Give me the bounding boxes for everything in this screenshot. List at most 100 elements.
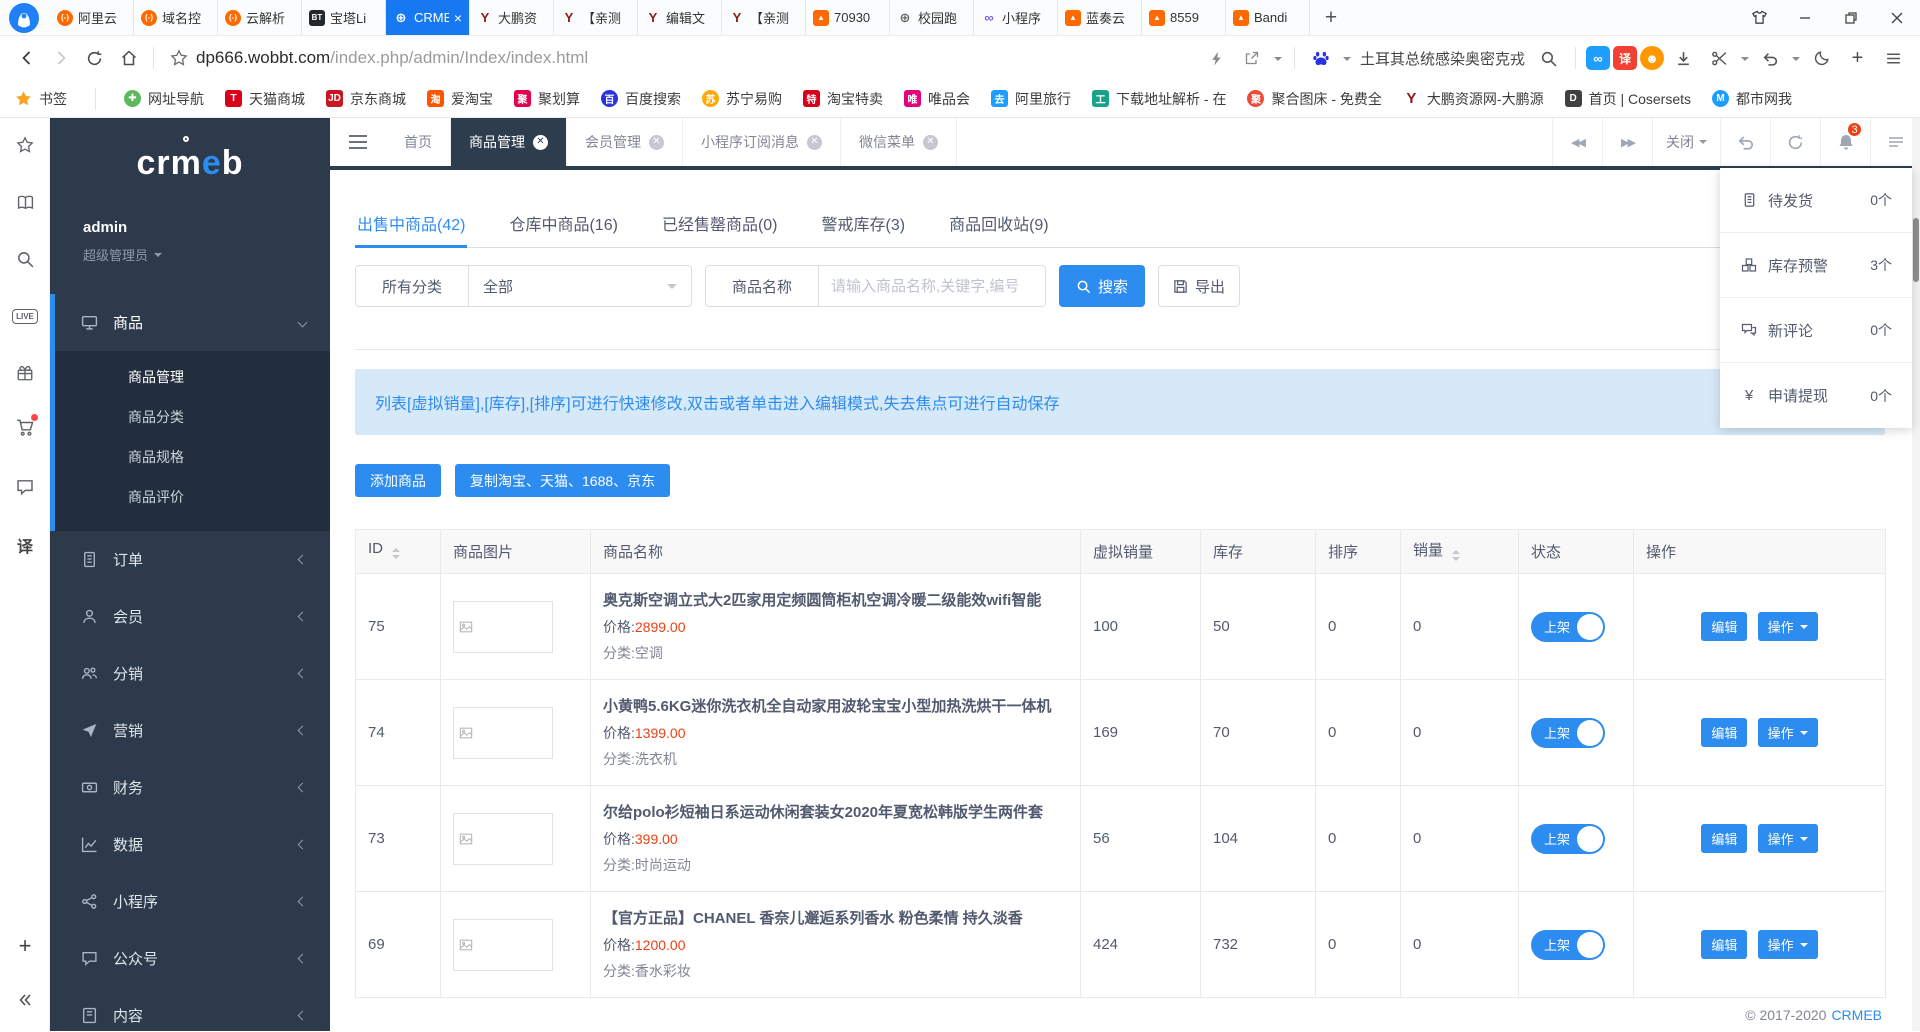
export-button[interactable]: 导出 xyxy=(1158,265,1240,307)
bookmark-item[interactable]: 去 阿里旅行 xyxy=(991,89,1071,109)
bookmark-item[interactable]: ✚ 网址导航 xyxy=(124,89,204,109)
sidebar-item-distribution[interactable]: 分销 xyxy=(55,645,330,702)
hot-search-text[interactable]: 土耳其总统感染奥密克戎 xyxy=(1360,48,1525,69)
undo-icon[interactable] xyxy=(1754,42,1787,75)
minimize-button[interactable] xyxy=(1782,0,1828,35)
browser-tab[interactable]: Y 大鹏资 × xyxy=(470,0,554,35)
scroll-tabs-left-icon[interactable]: ◀◀ xyxy=(1552,118,1602,166)
more-actions-button[interactable]: 操作 xyxy=(1758,824,1818,853)
browser-tab[interactable]: ∞ 小程序 × xyxy=(974,0,1058,35)
add-icon[interactable]: + xyxy=(1841,42,1874,75)
more-actions-button[interactable]: 操作 xyxy=(1758,930,1818,959)
url-field[interactable]: dp666.wobbt.com/index.php/admin/Index/in… xyxy=(196,48,1199,68)
collapse-strip-icon[interactable] xyxy=(0,981,50,1019)
favorites-star-icon[interactable] xyxy=(0,126,50,164)
admin-nav-tab[interactable]: 商品管理 ✕ xyxy=(451,118,567,166)
new-tab-button[interactable]: + xyxy=(1310,0,1352,35)
sort-cell[interactable]: 0 xyxy=(1316,574,1401,680)
column-header[interactable]: 虚拟销量 xyxy=(1081,530,1201,574)
share-icon[interactable] xyxy=(1236,42,1269,75)
more-actions-button[interactable]: 操作 xyxy=(1758,612,1818,641)
bookmark-item[interactable]: 唯 唯品会 xyxy=(904,89,970,109)
browser-tab[interactable]: ⊕ 校园跑 × xyxy=(890,0,974,35)
bookmark-item[interactable]: 工 下载地址解析 - 在 xyxy=(1092,89,1226,109)
chevron-down-icon[interactable] xyxy=(1274,57,1282,65)
crmeb-link[interactable]: CRMEB xyxy=(1831,1007,1882,1023)
goods-status-tab[interactable]: 警戒库存(3) xyxy=(820,198,908,247)
bookmark-item[interactable]: T 天猫商城 xyxy=(225,89,305,109)
stock-cell[interactable]: 70 xyxy=(1201,680,1316,786)
sidebar-item-goods-spec[interactable]: 商品规格 xyxy=(55,437,330,477)
stock-cell[interactable]: 732 xyxy=(1201,892,1316,998)
sync-infinity-icon[interactable]: ∞ xyxy=(1586,46,1610,70)
virtual-sales-cell[interactable]: 424 xyxy=(1081,892,1201,998)
back-admin-icon[interactable] xyxy=(1720,118,1770,166)
column-header[interactable]: 状态 xyxy=(1519,530,1634,574)
virtual-sales-cell[interactable]: 169 xyxy=(1081,680,1201,786)
admin-nav-tab[interactable]: 微信菜单 ✕ xyxy=(841,118,957,166)
virtual-sales-cell[interactable]: 100 xyxy=(1081,574,1201,680)
column-header[interactable]: 销量 xyxy=(1401,530,1519,574)
more-actions-button[interactable]: 操作 xyxy=(1758,718,1818,747)
goods-name[interactable]: 奥克斯空调立式大2匹家用定频圆筒柜机空调冷暖二级能效wifi智能 xyxy=(603,590,1068,611)
sidebar-item-goods[interactable]: 商品 xyxy=(55,294,330,351)
reading-book-icon[interactable] xyxy=(0,183,50,221)
restore-button[interactable] xyxy=(1828,0,1874,35)
bookmark-item[interactable]: 苏 苏宁易购 xyxy=(702,89,782,109)
notifications-bell-icon[interactable]: 3 xyxy=(1820,118,1870,166)
category-select[interactable]: 全部 xyxy=(469,266,691,306)
scrollbar-thumb[interactable] xyxy=(1913,218,1919,282)
column-header[interactable]: 排序 xyxy=(1316,530,1401,574)
browser-tab[interactable]: ▲ Bandi × xyxy=(1226,0,1310,35)
goods-status-tab[interactable]: 商品回收站(9) xyxy=(947,198,1051,247)
admin-nav-tab[interactable]: 小程序订阅消息 ✕ xyxy=(683,118,841,166)
sidebar-item-goods-category[interactable]: 商品分类 xyxy=(55,397,330,437)
goods-name-input[interactable] xyxy=(819,266,1045,306)
add-panel-icon[interactable]: + xyxy=(0,927,50,965)
sort-icon[interactable] xyxy=(1452,546,1460,565)
goods-name[interactable]: 小黄鸭5.6KG迷你洗衣机全自动家用波轮宝宝小型加热洗烘干一体机 xyxy=(603,696,1068,717)
lightning-icon[interactable] xyxy=(1200,42,1233,75)
translate-icon[interactable]: 译 xyxy=(1613,46,1637,70)
browser-tab[interactable]: Y 编辑文 × xyxy=(638,0,722,35)
bookmark-item[interactable]: 百 百度搜索 xyxy=(601,89,681,109)
status-toggle[interactable]: 上架 xyxy=(1531,824,1605,854)
sidebar-item-official-account[interactable]: 公众号 xyxy=(55,930,330,987)
status-toggle[interactable]: 上架 xyxy=(1531,718,1605,748)
close-tabs-dropdown[interactable]: 关闭 xyxy=(1652,118,1720,166)
bookmark-item[interactable]: M 都市网我 xyxy=(1712,89,1792,109)
page-scrollbar[interactable] xyxy=(1912,118,1920,1031)
edit-button[interactable]: 编辑 xyxy=(1701,930,1747,959)
night-mode-moon-icon[interactable] xyxy=(1805,42,1838,75)
browser-tab[interactable]: ▲ 70930 × xyxy=(806,0,890,35)
sort-icon[interactable] xyxy=(392,544,400,563)
stock-cell[interactable]: 104 xyxy=(1201,786,1316,892)
sidebar-item-members[interactable]: 会员 xyxy=(55,588,330,645)
browser-tab[interactable]: (-) 云解析 × xyxy=(218,0,302,35)
add-goods-button[interactable]: 添加商品 xyxy=(355,464,441,497)
baidu-search-engine-icon[interactable] xyxy=(1305,42,1338,75)
edit-button[interactable]: 编辑 xyxy=(1701,612,1747,641)
gift-box-icon[interactable] xyxy=(0,354,50,392)
browser-tab[interactable]: Y 【亲测 × xyxy=(722,0,806,35)
browser-tab[interactable]: ⊕ CRME × xyxy=(386,0,470,35)
browser-tab[interactable]: BT 宝塔Li × xyxy=(302,0,386,35)
sort-cell[interactable]: 0 xyxy=(1316,680,1401,786)
bookmark-item[interactable]: D 首页 | Cosersets xyxy=(1565,89,1691,109)
browser-tab-close-icon[interactable]: × xyxy=(454,11,462,25)
tab-close-icon[interactable]: ✕ xyxy=(649,135,664,150)
browser-tab[interactable]: ▲ 蓝奏云 × xyxy=(1058,0,1142,35)
collapse-sidebar-icon[interactable] xyxy=(330,118,386,166)
status-toggle[interactable]: 上架 xyxy=(1531,612,1605,642)
sort-cell[interactable]: 0 xyxy=(1316,786,1401,892)
home-icon[interactable] xyxy=(112,42,145,75)
bookmark-star-icon[interactable] xyxy=(162,42,195,75)
search-icon[interactable] xyxy=(1532,42,1565,75)
goods-id[interactable]: 75 xyxy=(356,574,441,680)
column-header[interactable]: 商品图片 xyxy=(441,530,591,574)
notice-stock-warning[interactable]: 库存预警 3个 xyxy=(1720,233,1912,298)
back-icon[interactable] xyxy=(10,42,43,75)
emoji-face-icon[interactable]: ☻ xyxy=(1640,46,1664,70)
goods-name[interactable]: 【官方正品】CHANEL 香奈儿邂逅系列香水 粉色柔情 持久淡香 xyxy=(603,908,1068,929)
goods-status-tab[interactable]: 出售中商品(42) xyxy=(355,198,467,247)
